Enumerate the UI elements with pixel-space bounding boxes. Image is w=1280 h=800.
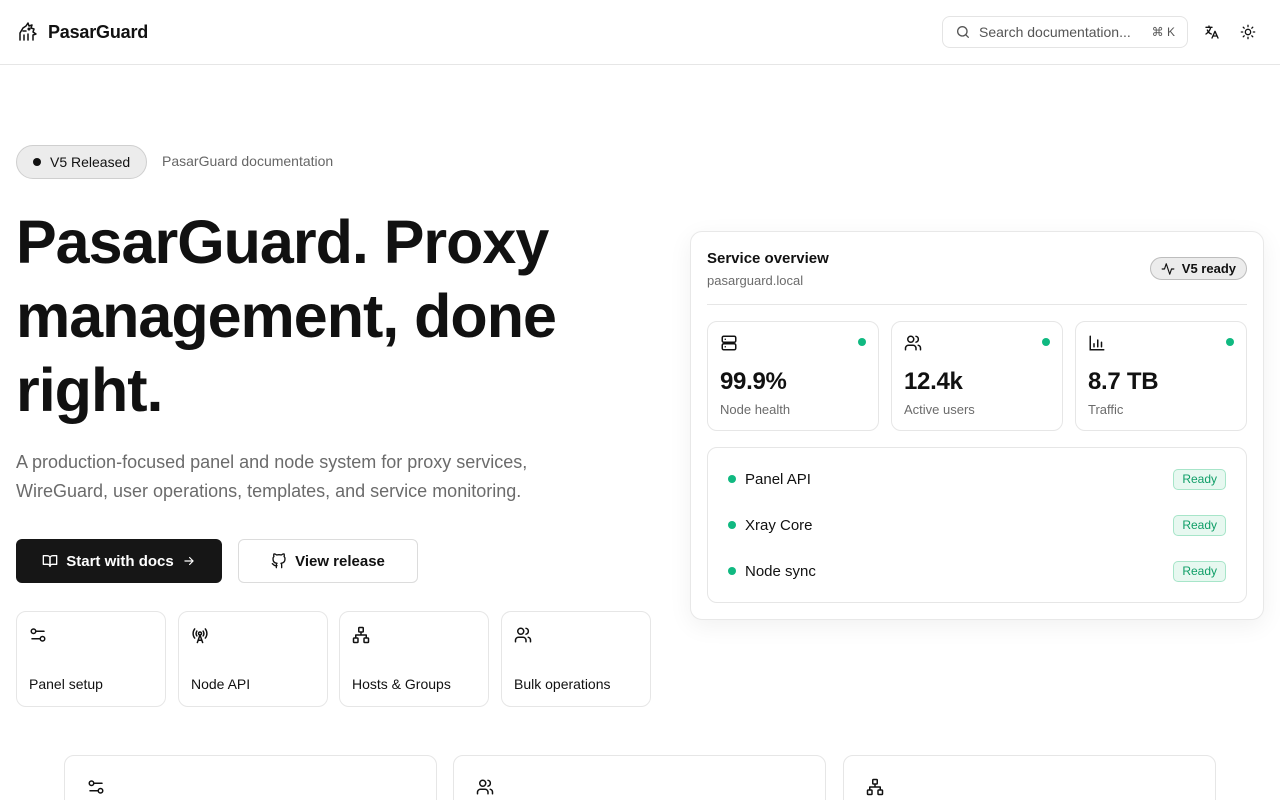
pill-side-text: PasarGuard documentation: [162, 153, 334, 169]
bottom-card-1[interactable]: [64, 755, 437, 800]
stat-value: 8.7 TB: [1088, 368, 1159, 395]
feature-card-bulk-operations[interactable]: Bulk operations: [501, 611, 651, 707]
users-icon: [904, 334, 922, 352]
stat-traffic: 8.7 TB Traffic: [1075, 321, 1247, 431]
search-icon: [955, 24, 971, 40]
users-icon: [476, 778, 494, 796]
overview-title: Service overview: [707, 250, 829, 267]
feature-label: Panel setup: [29, 676, 103, 692]
users-icon: [514, 626, 532, 644]
sliders-icon: [87, 778, 105, 796]
stat-label: Traffic: [1088, 402, 1124, 417]
stat-label: Active users: [904, 402, 975, 417]
service-row-panel-api: Panel API Ready: [728, 467, 1226, 491]
stat-label: Node health: [720, 402, 791, 417]
top-header: PasarGuard Search documentation... ⌘ K: [0, 0, 1280, 65]
status-dot: [1042, 338, 1050, 346]
service-name: Panel API: [745, 470, 811, 488]
v5-ready-label: V5 ready: [1181, 261, 1236, 276]
start-with-docs-label: Start with docs: [66, 552, 174, 570]
stat-value: 99.9%: [720, 368, 787, 395]
status-badge: Ready: [1173, 560, 1226, 582]
status-dot: [728, 521, 736, 529]
theme-toggle-button[interactable]: [1236, 20, 1260, 44]
search-shortcut: ⌘ K: [1151, 25, 1175, 39]
book-icon: [42, 553, 58, 569]
hero-title: PasarGuard. Proxy management, done right…: [16, 208, 557, 424]
feature-card-hosts-groups[interactable]: Hosts & Groups: [339, 611, 489, 707]
pill-dot: [33, 158, 41, 166]
v5-ready-badge: V5 ready: [1149, 257, 1247, 280]
arrow-right-icon: [182, 554, 196, 568]
bottom-card-3[interactable]: [843, 755, 1216, 800]
pill-label: V5 Released: [50, 154, 131, 170]
service-name: Xray Core: [745, 516, 813, 534]
lion-logo-icon: [16, 20, 40, 44]
stat-node-health: 99.9% Node health: [707, 321, 879, 431]
service-overview-card: Service overview pasarguard.local V5 rea…: [690, 231, 1264, 620]
activity-icon: [1161, 262, 1175, 276]
brand[interactable]: PasarGuard: [16, 20, 148, 44]
service-row-xray-core: Xray Core Ready: [728, 513, 1226, 537]
feature-label: Bulk operations: [514, 676, 611, 692]
search-input[interactable]: Search documentation... ⌘ K: [942, 16, 1188, 48]
feature-label: Hosts & Groups: [352, 676, 451, 692]
stat-active-users: 12.4k Active users: [891, 321, 1063, 431]
view-release-button[interactable]: View release: [238, 539, 418, 583]
overview-divider: [707, 304, 1247, 305]
bar-chart-icon: [1088, 334, 1106, 352]
sliders-icon: [29, 626, 47, 644]
feature-label: Node API: [191, 676, 251, 692]
server-icon: [720, 334, 738, 352]
translate-icon: [1204, 24, 1220, 40]
radio-tower-icon: [191, 626, 209, 644]
feature-card-node-api[interactable]: Node API: [178, 611, 328, 707]
github-icon: [271, 553, 287, 569]
hero-subtitle: A production-focused panel and node syst…: [16, 452, 528, 501]
start-with-docs-button[interactable]: Start with docs: [16, 539, 222, 583]
status-dot: [728, 567, 736, 575]
release-pill[interactable]: V5 Released: [16, 145, 148, 179]
status-dot: [728, 475, 736, 483]
service-status-list: Panel API Ready Xray Core Ready Node syn…: [707, 447, 1247, 603]
status-badge: Ready: [1173, 514, 1226, 536]
sun-icon: [1240, 24, 1256, 40]
stat-value: 12.4k: [904, 368, 963, 395]
network-icon: [866, 778, 884, 796]
status-dot: [1226, 338, 1234, 346]
status-dot: [858, 338, 866, 346]
brand-name: PasarGuard: [48, 21, 149, 42]
status-badge: Ready: [1173, 468, 1226, 490]
network-icon: [352, 626, 370, 644]
overview-host: pasarguard.local: [707, 273, 804, 288]
language-button[interactable]: [1200, 20, 1224, 44]
view-release-label: View release: [295, 552, 385, 570]
service-name: Node sync: [745, 562, 816, 580]
feature-card-panel-setup[interactable]: Panel setup: [16, 611, 166, 707]
service-row-node-sync: Node sync Ready: [728, 559, 1226, 583]
search-placeholder: Search documentation...: [979, 24, 1131, 40]
bottom-card-2[interactable]: [453, 755, 826, 800]
